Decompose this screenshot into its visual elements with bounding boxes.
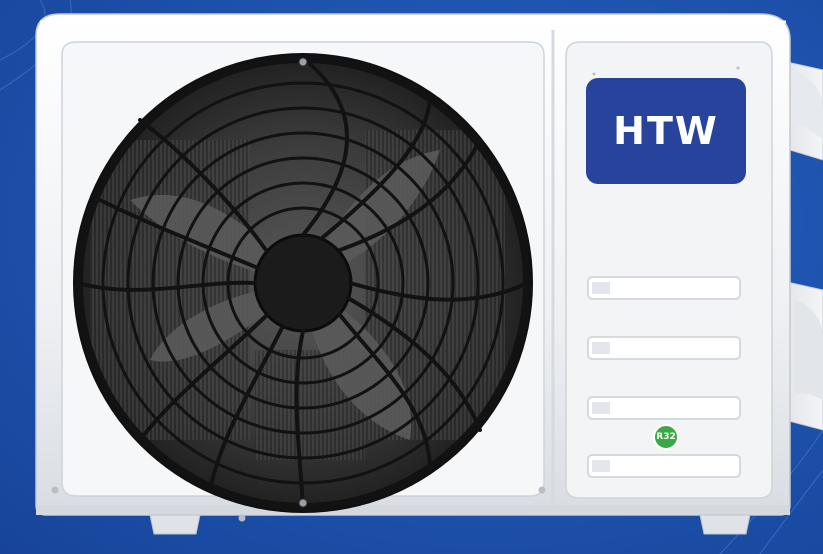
brand-logo-text: HTW — [613, 109, 719, 153]
refrigerant-label: R32 — [656, 431, 676, 442]
fan-assembly — [73, 53, 533, 513]
